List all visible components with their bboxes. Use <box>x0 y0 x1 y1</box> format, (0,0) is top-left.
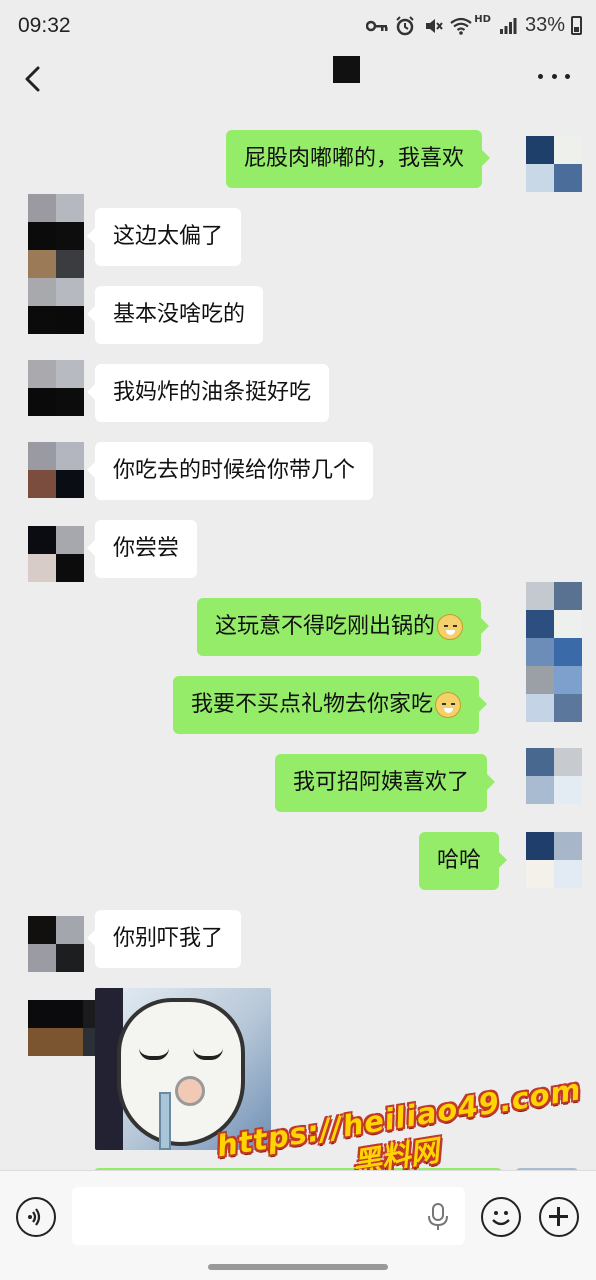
doge-emoji-icon <box>437 614 464 640</box>
message-bubble-incoming[interactable]: 你别吓我了 <box>86 910 242 968</box>
message-bubble-outgoing[interactable]: 哈哈 <box>419 832 508 890</box>
avatar-self[interactable] <box>526 832 582 888</box>
avatar-contact[interactable] <box>28 360 84 416</box>
message-bubble-outgoing[interactable]: 我可招阿姨喜欢了 <box>275 754 496 812</box>
avatar-self[interactable] <box>526 136 582 192</box>
sticker-mask <box>175 1076 205 1106</box>
avatar-contact[interactable] <box>28 306 84 334</box>
chat-area[interactable]: 屁股肉嘟嘟的，我喜欢 这边太偏了 基本没啥吃的 我妈炸的油条挺好吃 你吃去的时候… <box>0 106 596 1170</box>
message-bubble-incoming[interactable]: 你尝尝 <box>86 520 198 578</box>
message-input[interactable] <box>72 1187 465 1245</box>
avatar-contact[interactable] <box>28 194 84 250</box>
status-time: 09:32 <box>18 14 71 37</box>
message-text: 我妈炸的油条挺好吃 <box>113 380 312 405</box>
avatar-self[interactable] <box>526 582 582 638</box>
avatar-self[interactable] <box>526 748 582 804</box>
mute-icon <box>422 15 444 37</box>
avatar-contact[interactable] <box>28 916 84 972</box>
emoji-button[interactable] <box>481 1197 521 1237</box>
sticker-tube <box>159 1092 171 1150</box>
message-bubble-outgoing[interactable]: 这玩意不得吃刚出锅的 <box>197 598 490 656</box>
more-button[interactable] <box>538 64 570 88</box>
alarm-icon <box>394 15 416 37</box>
message-bubble-incoming[interactable]: 这边太偏了 <box>86 208 242 266</box>
message-text: 我要不买点礼物去你家吃 <box>191 692 434 717</box>
nav-bar <box>0 54 596 106</box>
message-bubble-incoming[interactable]: 我妈炸的油条挺好吃 <box>86 364 330 422</box>
message-text: 这边太偏了 <box>113 224 224 249</box>
back-button[interactable] <box>18 62 52 96</box>
message-text: 你尝尝 <box>113 536 180 561</box>
voice-button[interactable] <box>16 1197 56 1237</box>
signal-icon <box>497 15 519 37</box>
message-text: 我可招阿姨喜欢了 <box>293 770 470 795</box>
message-text: 基本没啥吃的 <box>113 302 246 327</box>
avatar-contact[interactable] <box>28 442 84 498</box>
sticker-face <box>117 998 245 1146</box>
sticker-eye <box>139 1048 169 1060</box>
message-text: 这玩意不得吃刚出锅的 <box>215 614 436 639</box>
home-bar <box>0 1250 596 1280</box>
mic-icon[interactable] <box>427 1203 449 1231</box>
message-bubble-outgoing[interactable]: 我要不买点礼物去你家吃 <box>173 676 488 734</box>
status-bar: 09:32 HD 33% <box>0 0 596 54</box>
message-bubble-outgoing[interactable]: 屁股肉嘟嘟的，我喜欢 <box>226 130 491 188</box>
message-text: 哈哈 <box>437 848 482 873</box>
input-bar <box>0 1170 596 1250</box>
more-dot <box>551 73 557 79</box>
more-dot <box>565 73 570 79</box>
message-bubble-incoming[interactable]: 你吃去的时候给你带几个 <box>86 442 374 500</box>
message-text: 你吃去的时候给你带几个 <box>113 458 356 483</box>
wifi-icon <box>450 15 472 37</box>
avatar-self[interactable] <box>526 694 582 722</box>
sticker-eye <box>193 1048 223 1060</box>
battery-percent: 33% <box>524 14 565 36</box>
more-dot <box>538 73 543 79</box>
message-text: 屁股肉嘟嘟的，我喜欢 <box>244 146 465 171</box>
voice-icon <box>28 1208 41 1226</box>
avatar-contact[interactable] <box>28 250 84 306</box>
status-icons: HD 33% <box>366 14 582 37</box>
chat-title-redacted <box>333 56 360 83</box>
key-icon <box>366 15 388 37</box>
message-text: 你别吓我了 <box>113 926 224 951</box>
message-bubble-incoming[interactable]: 基本没啥吃的 <box>86 286 264 344</box>
home-indicator[interactable] <box>208 1264 388 1270</box>
hd-icon: HD <box>474 14 491 25</box>
avatar-self[interactable] <box>526 638 582 694</box>
doge-emoji-icon <box>435 692 462 718</box>
emoji-icon <box>492 1211 510 1226</box>
plus-button[interactable] <box>539 1197 579 1237</box>
battery-icon <box>571 16 582 35</box>
avatar-contact[interactable] <box>28 526 84 582</box>
chevron-left-icon <box>25 66 40 92</box>
